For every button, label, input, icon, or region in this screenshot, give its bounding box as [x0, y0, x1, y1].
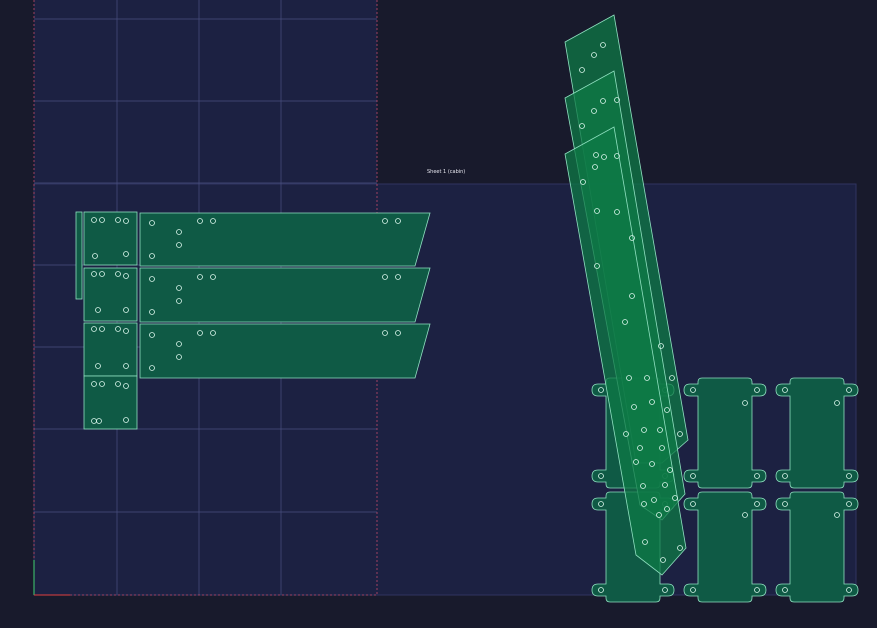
sheet-area-upper [34, 0, 377, 184]
slat-part[interactable] [139, 323, 431, 379]
slat-part[interactable] [139, 212, 431, 267]
sheet-label: Sheet 1 (cabin) [427, 169, 466, 175]
strip-part[interactable] [75, 211, 83, 300]
plate-parts [83, 211, 138, 430]
plate-part[interactable] [83, 211, 138, 266]
slat-parts [139, 212, 431, 379]
nesting-canvas[interactable] [0, 0, 877, 628]
slat-part[interactable] [139, 267, 431, 323]
plate-part[interactable] [83, 375, 138, 430]
